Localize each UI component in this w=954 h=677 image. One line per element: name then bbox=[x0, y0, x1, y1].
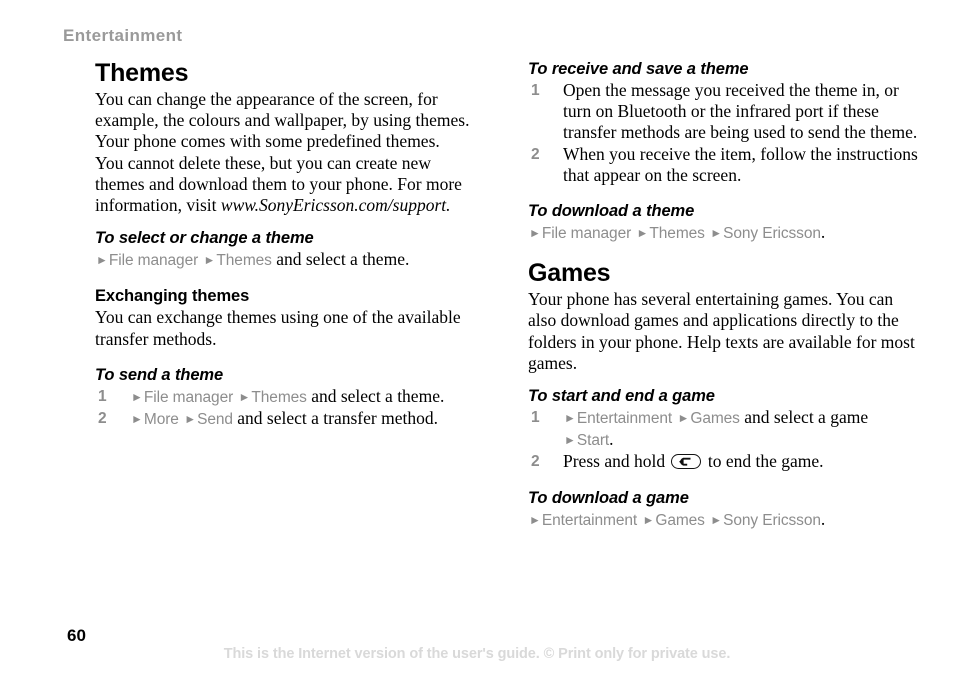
path-tail-text: . bbox=[820, 508, 826, 529]
steps-send-a-theme: 1 ►File manager ►Themes and select a the… bbox=[95, 386, 470, 430]
list-item: 1 ►File manager ►Themes and select a the… bbox=[95, 386, 470, 408]
step-number: 2 bbox=[531, 145, 540, 163]
triangle-right-icon: ► bbox=[564, 433, 576, 448]
path-item-themes: Themes bbox=[251, 388, 307, 406]
path-item-entertainment: Entertainment bbox=[541, 511, 638, 529]
step-text: Open the message you received the theme … bbox=[563, 80, 918, 143]
path-item-themes: Themes bbox=[216, 252, 272, 270]
triangle-right-icon: ► bbox=[203, 253, 216, 268]
path-item-entertainment: Entertainment bbox=[576, 410, 673, 428]
path-item-send: Send bbox=[197, 411, 233, 429]
path-tail-text: . bbox=[820, 222, 826, 243]
triangle-right-icon: ► bbox=[184, 412, 197, 427]
path-item-start: Start bbox=[576, 432, 610, 450]
heading-to-download-a-theme: To download a theme bbox=[528, 202, 695, 221]
step-continuation-tail: . bbox=[609, 429, 614, 450]
step-continuation-line: ►Start. bbox=[563, 429, 918, 451]
page-title-themes: Themes bbox=[95, 59, 189, 87]
list-item: 1 ►Entertainment ►Games and select a gam… bbox=[528, 407, 918, 451]
steps-receive-and-save-a-theme: 1 Open the message you received the them… bbox=[528, 80, 918, 186]
triangle-right-icon: ► bbox=[564, 411, 576, 426]
step-number: 1 bbox=[531, 82, 540, 99]
path-item-file-manager: File manager bbox=[143, 388, 234, 406]
heading-to-select-or-change-a-theme: To select or change a theme bbox=[95, 229, 314, 248]
path-item-file-manager: File manager bbox=[108, 252, 199, 270]
step-number: 1 bbox=[98, 387, 107, 405]
step-number: 2 bbox=[98, 410, 107, 428]
heading-to-receive-and-save-a-theme: To receive and save a theme bbox=[528, 60, 749, 78]
step-number: 2 bbox=[531, 453, 540, 471]
step-tail-text: and select a game bbox=[739, 407, 869, 428]
list-item: 2 Press and hold to end the game. bbox=[528, 451, 918, 472]
triangle-right-icon: ► bbox=[529, 512, 541, 527]
left-column: Themes You can change the appearance of … bbox=[95, 60, 470, 430]
step-text-after-key: to end the game. bbox=[703, 451, 824, 472]
page-number: 60 bbox=[67, 626, 86, 645]
triangle-right-icon: ► bbox=[642, 512, 655, 527]
step-tail-text: and select a transfer method. bbox=[232, 408, 438, 429]
triangle-right-icon: ► bbox=[710, 226, 723, 241]
back-key-icon bbox=[671, 454, 702, 470]
right-column: To receive and save a theme 1 Open the m… bbox=[528, 60, 918, 531]
heading-to-send-a-theme: To send a theme bbox=[95, 365, 224, 384]
steps-start-and-end-a-game: 1 ►Entertainment ►Games and select a gam… bbox=[528, 407, 918, 473]
footer-copyright-note: This is the Internet version of the user… bbox=[223, 646, 731, 662]
path-download-game: ►Entertainment ►Games ►Sony Ericsson. bbox=[528, 509, 918, 531]
path-item-themes: Themes bbox=[649, 225, 705, 243]
path-item-games: Games bbox=[655, 511, 705, 529]
list-item: 2 ►More ►Send and select a transfer meth… bbox=[95, 408, 470, 430]
running-header: Entertainment bbox=[63, 26, 183, 45]
document-page: Entertainment Themes You can change the … bbox=[0, 0, 954, 677]
step-text-before-key: Press and hold bbox=[563, 451, 670, 472]
path-item-file-manager: File manager bbox=[541, 225, 632, 243]
path-item-more: More bbox=[143, 411, 179, 429]
heading-exchanging-themes: Exchanging themes bbox=[95, 287, 250, 306]
list-item: 1 Open the message you received the them… bbox=[528, 80, 918, 144]
triangle-right-icon: ► bbox=[677, 411, 690, 426]
triangle-right-icon: ► bbox=[710, 512, 723, 527]
themes-intro-paragraph: You can change the appearance of the scr… bbox=[95, 89, 470, 216]
path-item-sony-ericsson: Sony Ericsson bbox=[723, 511, 821, 529]
triangle-right-icon: ► bbox=[131, 389, 143, 404]
list-item: 2 When you receive the item, follow the … bbox=[528, 144, 918, 186]
path-select-change-theme: ►File manager ►Themes and select a theme… bbox=[95, 249, 470, 271]
triangle-right-icon: ► bbox=[131, 412, 143, 427]
path-tail-text: and select a theme. bbox=[271, 249, 410, 270]
themes-intro-period: . bbox=[446, 195, 451, 216]
triangle-right-icon: ► bbox=[238, 389, 251, 404]
heading-to-start-and-end-a-game: To start and end a game bbox=[528, 387, 715, 406]
page-title-games: Games bbox=[528, 259, 611, 288]
triangle-right-icon: ► bbox=[636, 226, 649, 241]
heading-to-download-a-game: To download a game bbox=[528, 488, 689, 507]
triangle-right-icon: ► bbox=[96, 253, 108, 268]
path-item-sony-ericsson: Sony Ericsson bbox=[723, 225, 821, 243]
path-download-theme: ►File manager ►Themes ►Sony Ericsson. bbox=[528, 222, 918, 244]
triangle-right-icon: ► bbox=[529, 226, 541, 241]
exchanging-themes-body: You can exchange themes using one of the… bbox=[95, 307, 461, 349]
step-text: When you receive the item, follow the in… bbox=[563, 143, 918, 185]
path-item-games: Games bbox=[690, 410, 740, 428]
support-url: www.SonyEricsson.com/support bbox=[220, 195, 447, 216]
step-tail-text: and select a theme. bbox=[306, 385, 445, 406]
games-intro-paragraph: Your phone has several entertaining game… bbox=[528, 289, 915, 373]
step-number: 1 bbox=[531, 409, 540, 427]
